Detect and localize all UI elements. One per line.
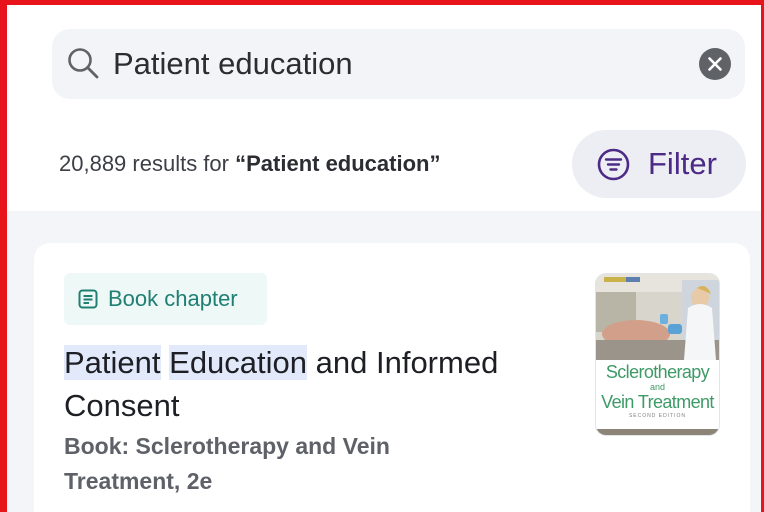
cover-title-and: and xyxy=(649,382,666,392)
clear-icon xyxy=(708,57,722,71)
book-cover-thumbnail[interactable]: Sclerotherapy and Vein Treatment SECOND … xyxy=(596,274,719,435)
clear-search-button[interactable] xyxy=(699,48,731,80)
search-header: Patient education 20,889 results for “Pa… xyxy=(7,5,761,211)
search-icon xyxy=(68,48,99,79)
search-input[interactable]: Patient education xyxy=(113,43,673,85)
filter-button[interactable]: Filter xyxy=(572,130,746,198)
content-type-label: Book chapter xyxy=(108,286,238,311)
result-title[interactable]: Patient Education and Informed Consent xyxy=(64,341,544,427)
filter-icon xyxy=(597,148,630,181)
cover-bottom-band xyxy=(596,429,719,435)
cover-edition: SECOND EDITION xyxy=(628,413,687,419)
title-highlight-1: Patient xyxy=(64,345,161,380)
title-space xyxy=(161,345,170,380)
search-bar[interactable]: Patient education xyxy=(52,29,745,99)
results-query: “Patient education” xyxy=(235,151,441,176)
result-card[interactable]: Book chapter Patient Education and Infor… xyxy=(34,243,750,512)
result-source: Book: Sclerotherapy and Vein Treatment, … xyxy=(64,433,390,494)
filter-label: Filter xyxy=(648,146,717,181)
title-highlight-2: Education xyxy=(169,345,308,380)
results-count: 20,889 results for “Patient education” xyxy=(59,151,440,176)
cover-title-line1: Sclerotherapy xyxy=(605,362,710,382)
book-chapter-icon xyxy=(78,289,98,309)
book-cover-title: Sclerotherapy and Vein Treatment SECOND … xyxy=(596,362,719,420)
content-type-badge: Book chapter xyxy=(64,273,267,325)
results-summary: 20,889 results for “Patient education” xyxy=(59,142,440,186)
results-prefix: 20,889 results for xyxy=(59,151,236,176)
cover-title-line2: Vein Treatment xyxy=(601,392,714,412)
book-cover-photo xyxy=(596,274,719,360)
